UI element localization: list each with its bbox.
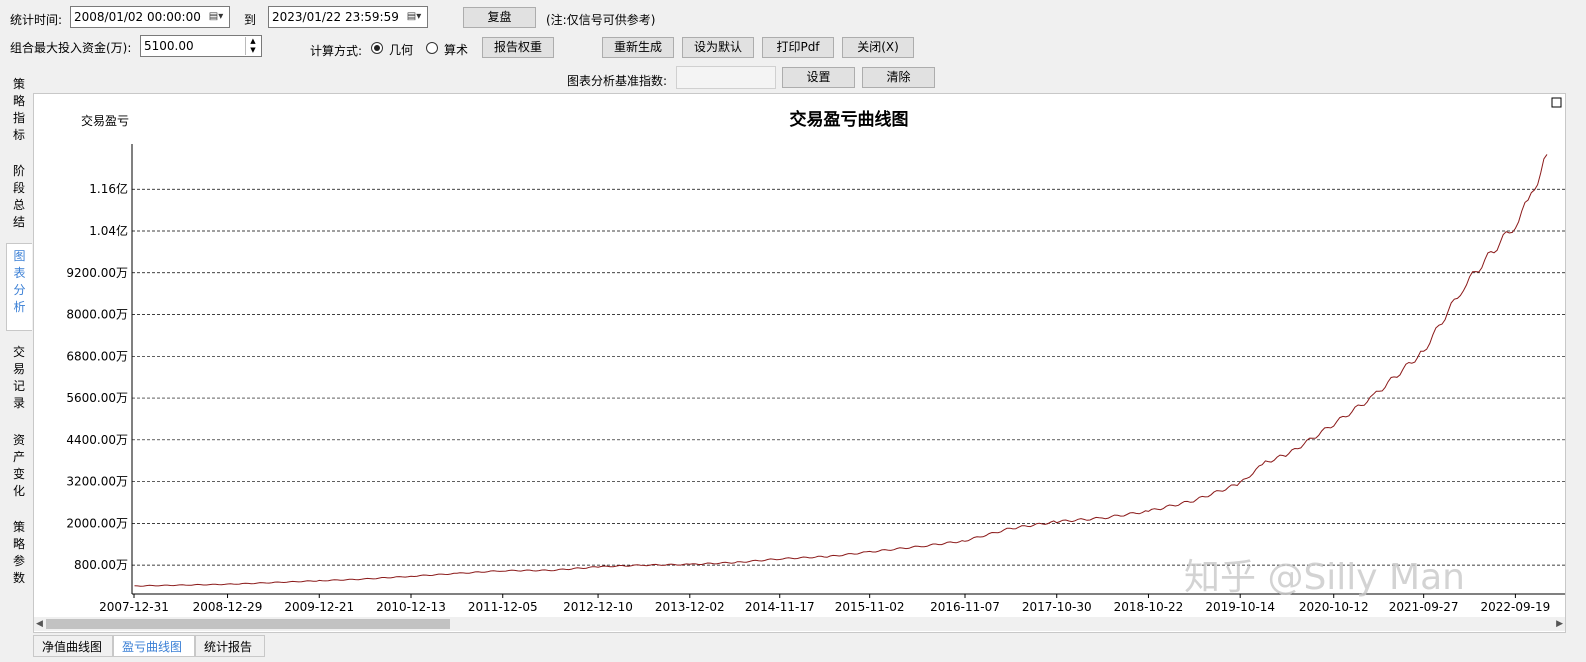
horizontal-scrollbar[interactable]: ◀ ▶: [34, 617, 1565, 631]
report-weight-button[interactable]: 报告权重: [482, 37, 554, 58]
y-tick-label: 1.16亿: [89, 181, 128, 196]
note-text: (注:仅信号可供参考): [546, 13, 656, 27]
y-tick-label: 9200.00万: [66, 266, 128, 280]
profit-loss-series-line: [134, 154, 1548, 587]
start-time-field[interactable]: 2008/01/02 00:00:00 ▤▾: [70, 6, 230, 28]
end-time-field[interactable]: 2023/01/22 23:59:59 ▤▾: [268, 6, 428, 28]
x-tick-label: 2015-11-02: [835, 600, 905, 614]
radio-arithmetic-label: 算术: [444, 43, 469, 57]
calendar-dropdown-icon[interactable]: ▤▾: [403, 8, 425, 26]
y-tick-label: 6800.00万: [66, 349, 128, 363]
x-tick-label: 2007-12-31: [99, 600, 169, 614]
side-tab-2[interactable]: 阶段总结: [6, 159, 32, 237]
maximize-icon[interactable]: [1551, 97, 1562, 108]
clear-button[interactable]: 清除: [862, 67, 935, 88]
x-tick-label: 2013-12-02: [655, 600, 725, 614]
watermark: 知乎 @Silly Man: [1184, 557, 1465, 598]
side-tab-label: 策略指标: [13, 77, 26, 142]
spinner-arrows-icon[interactable]: ▲ ▼: [245, 37, 260, 55]
replay-button[interactable]: 复盘: [463, 7, 536, 28]
radio-geometric[interactable]: [371, 42, 383, 54]
set-button[interactable]: 设置: [782, 67, 855, 88]
side-tab-1[interactable]: 策略指标: [6, 72, 32, 152]
side-tab-label: 策略参数: [13, 520, 26, 585]
bottom-tab-1[interactable]: 净值曲线图: [33, 635, 113, 657]
bottom-tab-3[interactable]: 统计报告: [195, 635, 265, 657]
print-pdf-button[interactable]: 打印Pdf: [762, 37, 834, 58]
bottom-tab-2[interactable]: 盈亏曲线图: [113, 635, 195, 657]
y-tick-label: 3200.00万: [66, 475, 128, 489]
chart-panel: 交易盈亏曲线图 交易盈亏 800.00万 2000.00万 3200.00万 4400…: [33, 93, 1566, 633]
to-label: 到: [244, 13, 257, 27]
side-tab-4[interactable]: 交易记录: [6, 340, 32, 420]
regenerate-button[interactable]: 重新生成: [602, 37, 674, 58]
y-tick-label: 2000.00万: [66, 516, 128, 530]
x-tick-label: 2011-12-05: [468, 600, 538, 614]
max-capital-value: 5100.00: [144, 39, 194, 53]
x-tick-label: 2010-12-13: [376, 600, 446, 614]
x-tick-label: 2017-10-30: [1022, 600, 1092, 614]
chart-ylabel: 交易盈亏: [81, 113, 129, 128]
profit-loss-chart: 交易盈亏曲线图 交易盈亏 800.00万 2000.00万 3200.00万 4400…: [66, 97, 1565, 614]
side-tab-3[interactable]: 图表分析: [6, 243, 32, 331]
close-button[interactable]: 关闭(X): [842, 37, 914, 58]
calendar-dropdown-icon[interactable]: ▤▾: [205, 8, 227, 26]
x-tick-label: 2018-10-22: [1114, 600, 1184, 614]
radio-geometric-label: 几何: [389, 43, 414, 57]
x-tick-label: 2014-11-17: [745, 600, 815, 614]
y-tick-label: 1.04亿: [89, 223, 128, 238]
scrollbar-thumb[interactable]: [46, 619, 450, 629]
x-tick-label: 2016-11-07: [930, 600, 1000, 614]
benchmark-input[interactable]: [676, 66, 776, 89]
y-tick-label: 4400.00万: [66, 433, 128, 447]
x-tick-label: 2009-12-21: [284, 600, 354, 614]
x-tick-label: 2022-09-19: [1481, 600, 1551, 614]
x-tick-label: 2020-10-12: [1299, 600, 1369, 614]
stat-time-label: 统计时间:: [10, 13, 63, 27]
y-tick-label: 800.00万: [74, 558, 128, 572]
calc-method-label: 计算方式:: [310, 44, 363, 58]
end-time-value: 2023/01/22 23:59:59: [272, 10, 399, 24]
radio-arithmetic[interactable]: [426, 42, 438, 54]
side-tab-5[interactable]: 资产变化: [6, 428, 32, 508]
chart-title: 交易盈亏曲线图: [790, 109, 909, 130]
side-tab-6[interactable]: 策略参数: [6, 515, 32, 595]
y-tick-label: 8000.00万: [66, 308, 128, 322]
y-tick-label: 5600.00万: [66, 391, 128, 405]
side-tab-label: 交易记录: [13, 345, 26, 410]
side-tab-label: 图表分析: [13, 249, 26, 314]
x-tick-label: 2021-09-27: [1389, 600, 1459, 614]
side-tab-label: 阶段总结: [13, 164, 26, 229]
start-time-value: 2008/01/02 00:00:00: [74, 10, 201, 24]
scroll-left-icon[interactable]: ◀: [36, 617, 43, 631]
side-tab-label: 资产变化: [13, 433, 26, 498]
max-capital-input[interactable]: 5100.00 ▲ ▼: [140, 35, 262, 57]
scroll-right-icon[interactable]: ▶: [1556, 617, 1563, 631]
set-default-button[interactable]: 设为默认: [682, 37, 754, 58]
benchmark-label: 图表分析基准指数:: [567, 74, 668, 88]
x-tick-label: 2008-12-29: [193, 600, 263, 614]
x-tick-label: 2012-12-10: [563, 600, 633, 614]
x-tick-label: 2019-10-14: [1205, 600, 1275, 614]
max-capital-label: 组合最大投入资金(万):: [10, 41, 132, 55]
